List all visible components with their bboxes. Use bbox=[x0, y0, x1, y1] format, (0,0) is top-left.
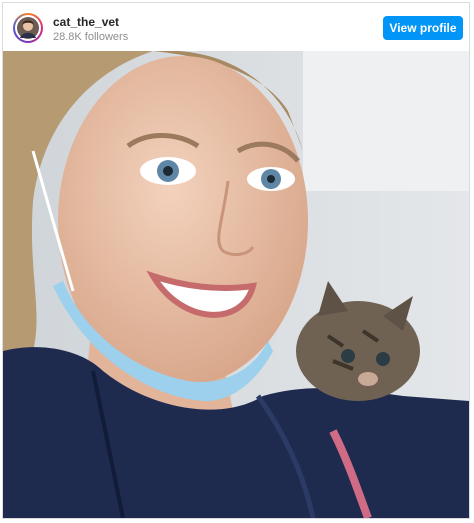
selfie-with-kitten-image bbox=[3, 51, 469, 518]
avatar[interactable] bbox=[13, 13, 43, 43]
avatar-image bbox=[17, 17, 39, 39]
post-photo[interactable] bbox=[3, 51, 469, 518]
view-profile-button[interactable]: View profile bbox=[383, 16, 463, 40]
post-header: cat_the_vet 28.8K followers View profile bbox=[3, 3, 469, 51]
embedded-post-card: cat_the_vet 28.8K followers View profile bbox=[2, 2, 470, 519]
username[interactable]: cat_the_vet bbox=[53, 15, 119, 29]
follower-count: 28.8K followers bbox=[53, 31, 129, 43]
